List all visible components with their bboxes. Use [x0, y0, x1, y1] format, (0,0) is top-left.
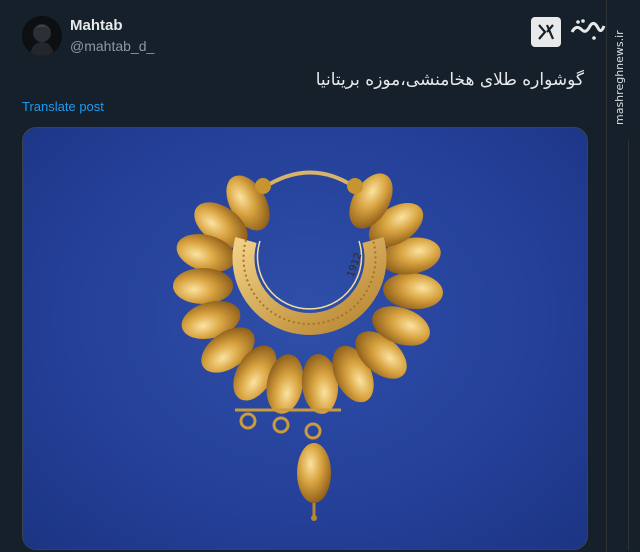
- user-handle[interactable]: @mahtab_d_: [70, 38, 154, 54]
- mashregh-logo-icon: [570, 19, 606, 40]
- display-name[interactable]: Mahtab: [70, 17, 123, 34]
- earring-photo: 1912: [173, 170, 443, 521]
- avatar-image: [22, 16, 62, 56]
- tweet-card: Mahtab @mahtab_d_ گوشواره طلای هخامنشی،م…: [0, 0, 606, 552]
- engraving-text: 1912: [345, 251, 364, 279]
- post-text: گوشواره طلای هخامنشی،موزه بریتانیا: [315, 70, 584, 90]
- post-image[interactable]: 1912: [22, 127, 588, 550]
- x-logo-icon: [531, 17, 561, 47]
- translate-post-link[interactable]: Translate post: [22, 99, 104, 114]
- divider: [628, 140, 629, 550]
- avatar[interactable]: [22, 16, 62, 56]
- watermark-text: mashreghnews.ir: [613, 30, 626, 125]
